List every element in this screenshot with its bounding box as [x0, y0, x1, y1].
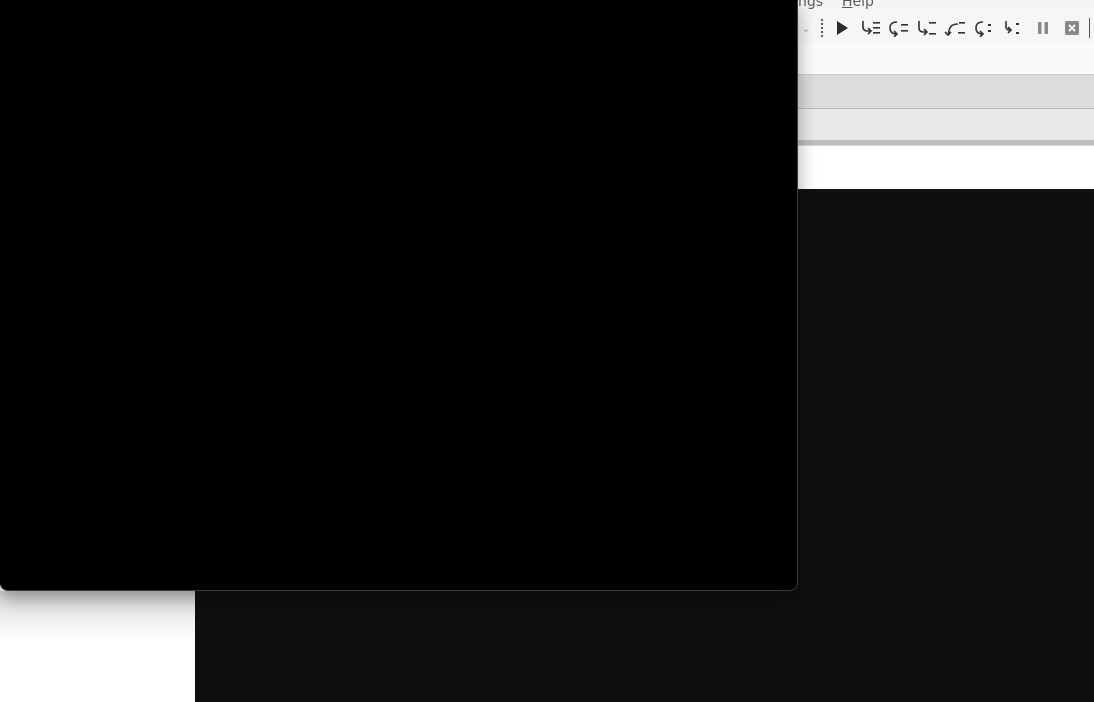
secondary-tab-bar: [798, 109, 1094, 140]
window-shadow: [0, 591, 195, 702]
chevron-down-icon[interactable]: ⌄: [798, 20, 814, 36]
toolbar-grip-handle[interactable]: [820, 18, 824, 38]
menu-settings[interactable]: ngs: [798, 0, 823, 10]
run-to-cursor-icon: [1005, 21, 1019, 34]
step-over-icon: [889, 21, 908, 37]
tab-bar: [798, 74, 1094, 110]
menu-help[interactable]: Help: [842, 0, 874, 10]
continue-button[interactable]: [973, 19, 995, 37]
menu-bar: ngs Help: [798, 0, 1094, 12]
stop-button[interactable]: [1061, 19, 1083, 37]
step-back-icon: [944, 22, 965, 37]
blank-black-window[interactable]: [0, 0, 798, 591]
continue-icon: [975, 21, 991, 37]
toolbar-separator: [1089, 18, 1090, 38]
menu-help-mnemonic: H: [842, 0, 853, 10]
step-out-button[interactable]: [916, 19, 938, 37]
address-bar: [798, 44, 1094, 74]
stop-icon: [1065, 21, 1079, 35]
step-into-button[interactable]: [860, 19, 882, 37]
play-icon: [837, 21, 848, 35]
pause-icon: [1038, 22, 1048, 34]
step-back-button[interactable]: [944, 19, 966, 37]
run-button[interactable]: [831, 19, 853, 37]
run-to-cursor-button[interactable]: [1002, 19, 1024, 37]
editor-header: [798, 145, 1094, 190]
step-out-icon: [918, 21, 936, 36]
menu-help-rest: elp: [852, 0, 874, 10]
pause-button[interactable]: [1032, 19, 1054, 37]
step-over-button[interactable]: [888, 19, 910, 37]
debug-toolbar: ⌄: [798, 12, 1094, 45]
step-into-icon: [862, 21, 880, 35]
